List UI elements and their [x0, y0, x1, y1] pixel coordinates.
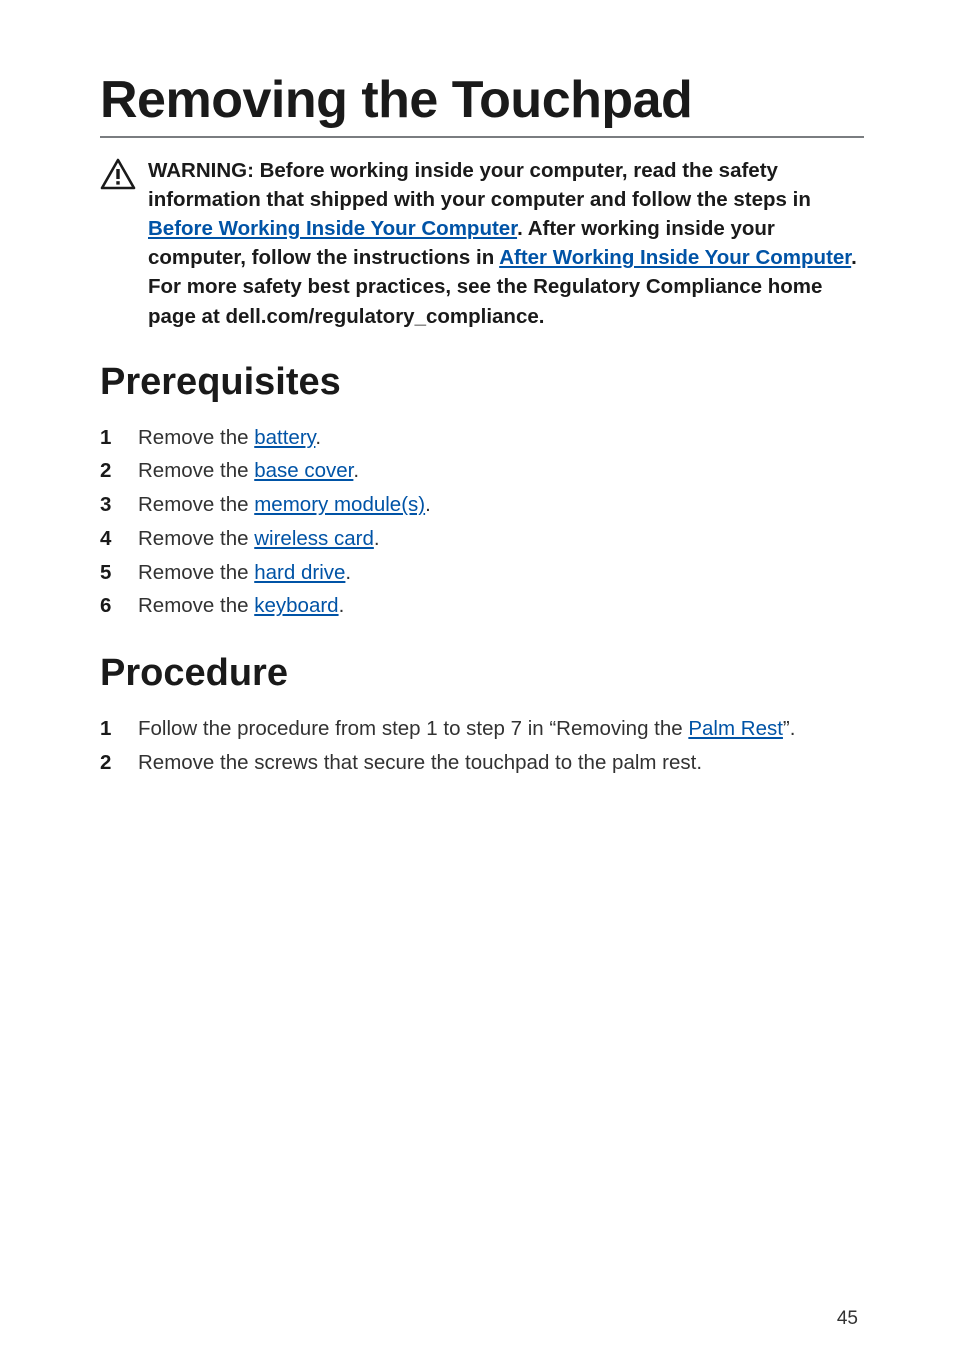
list-item: 1 Remove the battery.: [100, 422, 864, 454]
item-post: .: [345, 561, 351, 584]
item-pre: Remove the screws that secure the touchp…: [138, 751, 702, 774]
item-pre: Remove the: [138, 594, 254, 617]
item-text: Remove the keyboard.: [138, 590, 344, 622]
item-post: .: [353, 459, 359, 482]
list-item: 1 Follow the procedure from step 1 to st…: [100, 713, 864, 745]
item-text: Follow the procedure from step 1 to step…: [138, 713, 795, 745]
item-number: 2: [100, 455, 114, 487]
item-number: 2: [100, 747, 114, 779]
item-number: 1: [100, 422, 114, 454]
item-pre: Remove the: [138, 459, 254, 482]
prerequisites-list: 1 Remove the battery. 2 Remove the base …: [100, 422, 864, 623]
warning-link-after[interactable]: After Working Inside Your Computer: [499, 246, 851, 269]
procedure-heading: Procedure: [100, 652, 864, 695]
item-post: .: [425, 493, 431, 516]
warning-link-before[interactable]: Before Working Inside Your Computer: [148, 217, 517, 240]
item-post: ”.: [783, 717, 796, 740]
link-wireless-card[interactable]: wireless card: [254, 527, 374, 550]
item-pre: Remove the: [138, 426, 254, 449]
item-pre: Remove the: [138, 493, 254, 516]
item-pre: Remove the: [138, 561, 254, 584]
item-post: .: [339, 594, 345, 617]
link-hard-drive[interactable]: hard drive: [254, 561, 345, 584]
link-keyboard[interactable]: keyboard: [254, 594, 338, 617]
page-number: 45: [837, 1308, 858, 1330]
list-item: 4 Remove the wireless card.: [100, 523, 864, 555]
item-text: Remove the wireless card.: [138, 523, 380, 555]
warning-block: WARNING: Before working inside your comp…: [100, 156, 864, 331]
item-number: 6: [100, 590, 114, 622]
item-text: Remove the base cover.: [138, 455, 359, 487]
warning-text: WARNING: Before working inside your comp…: [148, 156, 864, 331]
item-text: Remove the hard drive.: [138, 557, 351, 589]
warning-prefix: WARNING: Before working inside your comp…: [148, 159, 811, 211]
procedure-list: 1 Follow the procedure from step 1 to st…: [100, 713, 864, 779]
link-palm-rest[interactable]: Palm Rest: [688, 717, 783, 740]
link-memory-module[interactable]: memory module(s): [254, 493, 425, 516]
item-text: Remove the screws that secure the touchp…: [138, 747, 702, 779]
item-pre: Remove the: [138, 527, 254, 550]
item-post: .: [315, 426, 321, 449]
item-number: 5: [100, 557, 114, 589]
list-item: 6 Remove the keyboard.: [100, 590, 864, 622]
link-battery[interactable]: battery: [254, 426, 315, 449]
list-item: 2 Remove the base cover.: [100, 455, 864, 487]
item-pre: Follow the procedure from step 1 to step…: [138, 717, 688, 740]
warning-icon: [100, 158, 136, 190]
item-number: 3: [100, 489, 114, 521]
list-item: 5 Remove the hard drive.: [100, 557, 864, 589]
link-base-cover[interactable]: base cover: [254, 459, 353, 482]
prerequisites-heading: Prerequisites: [100, 361, 864, 404]
item-number: 4: [100, 523, 114, 555]
item-text: Remove the battery.: [138, 422, 321, 454]
item-number: 1: [100, 713, 114, 745]
list-item: 2 Remove the screws that secure the touc…: [100, 747, 864, 779]
item-text: Remove the memory module(s).: [138, 489, 431, 521]
list-item: 3 Remove the memory module(s).: [100, 489, 864, 521]
item-post: .: [374, 527, 380, 550]
page-title: Removing the Touchpad: [100, 70, 864, 138]
